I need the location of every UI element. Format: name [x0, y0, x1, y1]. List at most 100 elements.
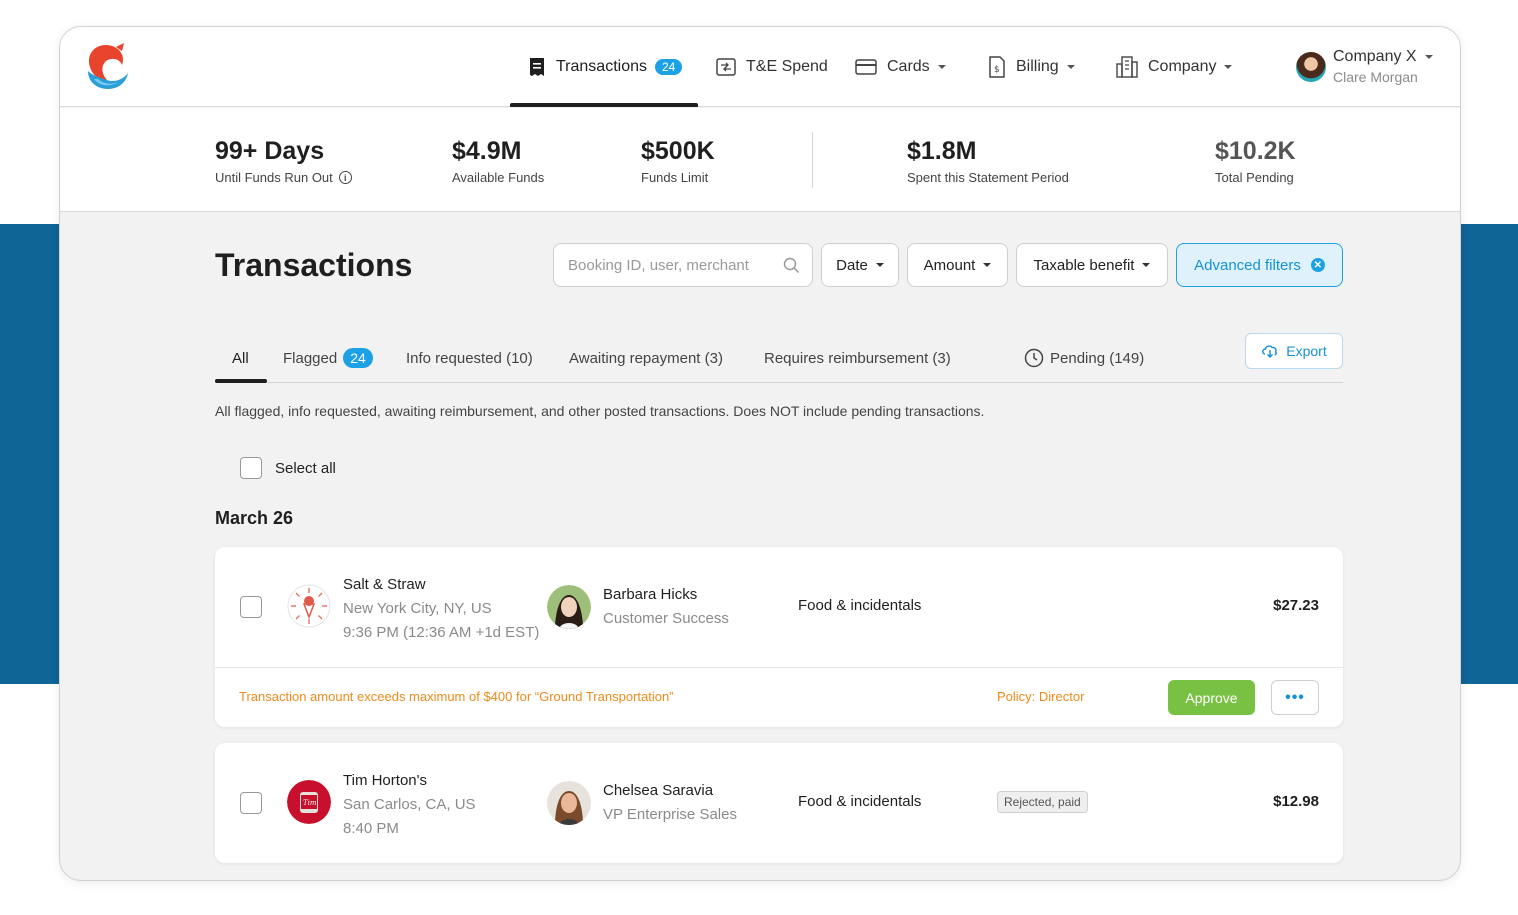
policy-warning: Transaction amount exceeds maximum of $4… [239, 689, 674, 704]
tab-pending[interactable]: Pending (149) [1024, 343, 1144, 373]
stat-available-value: $4.9M [452, 137, 522, 165]
nav-company-label: Company [1148, 58, 1217, 75]
tab-all[interactable]: All [232, 343, 249, 373]
building-icon [1116, 56, 1138, 78]
page-title: Transactions [215, 247, 413, 283]
approve-button[interactable]: Approve [1168, 680, 1255, 715]
avatar [1296, 52, 1326, 82]
nav-active-indicator [510, 103, 698, 107]
policy-warning-row: Transaction amount exceeds maximum of $4… [215, 667, 1343, 727]
policy-label: Policy: Director [997, 689, 1085, 704]
transaction-tabs: All Flagged 24 Info requested (10) Awaiti… [215, 333, 1343, 383]
nav-te-spend[interactable]: T&E Spend [716, 55, 828, 79]
search-input[interactable] [568, 256, 768, 274]
transaction-card[interactable]: Tim Tim Horton's San Carlos, CA, US 8:40… [215, 743, 1343, 863]
select-all[interactable]: Select all [240, 457, 336, 479]
more-options-button[interactable]: ••• [1271, 680, 1319, 715]
nav-billing-label: Billing [1016, 58, 1059, 75]
nav-transactions-label: Transactions [556, 58, 647, 75]
download-cloud-icon [1262, 345, 1278, 358]
user-menu[interactable]: Company X Clare Morgan [1296, 47, 1433, 87]
person-department: VP Enterprise Sales [603, 806, 737, 823]
merchant-info: Tim Horton's San Carlos, CA, US 8:40 PM [343, 769, 476, 841]
row-checkbox[interactable] [240, 596, 262, 618]
row-checkbox[interactable] [240, 792, 262, 814]
stat-spent-label: Spent this Statement Period [907, 170, 1069, 185]
tab-all-label: All [232, 349, 249, 367]
funds-summary: 99+ Days Until Funds Run Out i $4.9M Avai… [60, 108, 1460, 212]
stat-limit: $500K Funds Limit [641, 136, 715, 185]
amount-filter[interactable]: Amount [907, 243, 1008, 287]
tab-info-requested[interactable]: Info requested (10) [406, 343, 533, 373]
chevron-down-icon [1066, 65, 1075, 69]
transaction-row[interactable]: Salt & Straw New York City, NY, US 9:36 … [215, 547, 1343, 667]
svg-text:Tim: Tim [303, 799, 317, 807]
stat-runway: 99+ Days Until Funds Run Out i [215, 136, 352, 185]
merchant-location: San Carlos, CA, US [343, 796, 476, 813]
tab-requires-reimbursement[interactable]: Requires reimbursement (3) [764, 343, 951, 373]
stat-available: $4.9M Available Funds [452, 136, 544, 185]
merchant-location: New York City, NY, US [343, 600, 492, 617]
person-name: Chelsea Saravia [603, 782, 714, 799]
svg-text:$: $ [994, 65, 1000, 75]
stat-limit-value: $500K [641, 137, 715, 165]
merchant-name: Tim Horton's [343, 772, 427, 789]
avatar [547, 585, 591, 629]
search-box[interactable] [553, 243, 813, 287]
tab-flagged-label: Flagged [283, 349, 338, 367]
tab-active-indicator [215, 379, 267, 383]
nav-cards[interactable]: Cards [855, 55, 946, 79]
nav-billing[interactable]: $ Billing [988, 55, 1075, 79]
clock-icon [1024, 348, 1044, 368]
stat-available-label: Available Funds [452, 170, 545, 185]
tab-flagged[interactable]: Flagged 24 [283, 343, 373, 373]
person-department: Customer Success [603, 610, 729, 627]
flagged-count-badge: 24 [343, 348, 373, 368]
nav-te-spend-label: T&E Spend [746, 58, 828, 75]
amount-filter-label: Amount [923, 256, 976, 274]
nav-transactions[interactable]: Transactions 24 [528, 55, 683, 79]
export-button[interactable]: Export [1245, 333, 1343, 369]
taxable-benefit-filter[interactable]: Taxable benefit [1016, 243, 1168, 287]
clear-icon[interactable]: ✕ [1310, 258, 1325, 272]
transaction-amount: $12.98 [1273, 793, 1319, 810]
transaction-time: 9:36 PM (12:36 AM +1d EST) [343, 624, 540, 641]
chevron-down-icon [1142, 263, 1151, 267]
stat-pending-value: $10.2K [1215, 137, 1296, 165]
chevron-down-icon [1424, 54, 1433, 59]
nav-company[interactable]: Company [1116, 55, 1233, 79]
tab-awaiting-repayment-label: Awaiting repayment (3) [569, 349, 723, 367]
transaction-card[interactable]: Salt & Straw New York City, NY, US 9:36 … [215, 547, 1343, 727]
chevron-down-icon [1224, 65, 1233, 69]
select-all-checkbox[interactable] [240, 457, 262, 479]
select-all-label: Select all [275, 459, 336, 477]
info-icon[interactable]: i [338, 171, 352, 184]
tab-info-requested-label: Info requested (10) [406, 349, 533, 367]
merchant-info: Salt & Straw New York City, NY, US 9:36 … [343, 573, 539, 645]
avatar [547, 781, 591, 825]
stat-pending: $10.2K Total Pending [1215, 136, 1296, 185]
receipt-icon [530, 58, 544, 76]
stat-spent: $1.8M Spent this Statement Period [907, 136, 1069, 185]
stat-pending-label: Total Pending [1215, 170, 1294, 185]
app-window: Transactions 24 T&E Spend Cards $ Billin… [59, 26, 1461, 881]
tab-description: All flagged, info requested, awaiting re… [215, 403, 985, 419]
stat-limit-label: Funds Limit [641, 170, 709, 185]
tab-pending-label: Pending (149) [1050, 349, 1145, 367]
tab-awaiting-repayment[interactable]: Awaiting repayment (3) [569, 343, 723, 373]
advanced-filters-label: Advanced filters [1194, 256, 1301, 274]
brand-logo [88, 43, 128, 89]
transfer-icon [716, 58, 736, 76]
transaction-row[interactable]: Tim Tim Horton's San Carlos, CA, US 8:40… [215, 743, 1343, 863]
stat-runway-label: Until Funds Run Out [215, 170, 333, 185]
top-nav: Transactions 24 T&E Spend Cards $ Billin… [60, 27, 1460, 107]
advanced-filters-button[interactable]: Advanced filters ✕ [1176, 243, 1343, 287]
person-info: Barbara Hicks Customer Success [603, 583, 729, 631]
user-company: Company X [1333, 48, 1417, 65]
stats-divider [812, 132, 813, 188]
chevron-down-icon [875, 263, 884, 267]
user-name: Clare Morgan [1333, 69, 1418, 85]
date-filter[interactable]: Date [821, 243, 899, 287]
expense-category: Food & incidentals [798, 793, 922, 810]
nav-transactions-badge: 24 [655, 59, 683, 75]
